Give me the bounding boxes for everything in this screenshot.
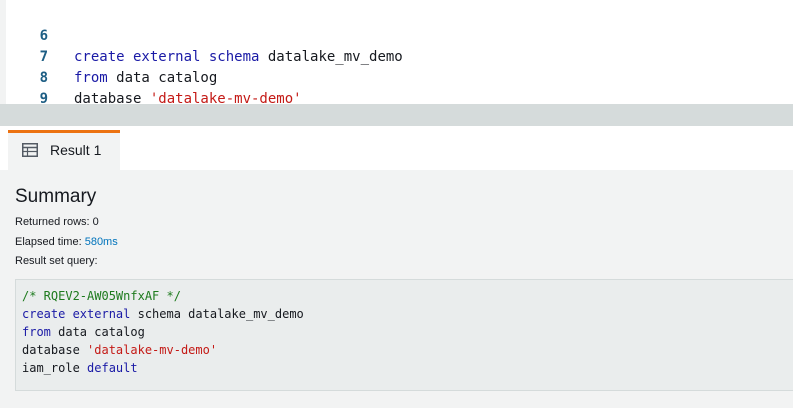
- query-line: from data catalog: [22, 325, 145, 339]
- returned-rows-value: 0: [92, 216, 99, 228]
- summary-title: Summary: [15, 186, 97, 207]
- result-tab-bar: Result 1: [0, 126, 793, 170]
- query-line: iam_role default: [22, 361, 138, 375]
- editor-line[interactable]: 7 from data catalog: [0, 26, 793, 86]
- returned-rows: Returned rows: 0: [15, 216, 99, 228]
- editor-line[interactable]: 8 database 'datalake-mv-demo': [0, 47, 793, 104]
- elapsed-time-value: 580ms: [84, 236, 118, 248]
- editor-line[interactable]: 6 create external schema datalake_mv_dem…: [0, 5, 793, 65]
- query-line: create external schema datalake_mv_demo: [22, 307, 304, 321]
- results-panel: Summary Returned rows: 0 Elapsed time: 5…: [0, 170, 793, 408]
- result-set-query-box[interactable]: /* RQEV2-AW05WnfxAF */ create external s…: [15, 279, 793, 391]
- elapsed-time: Elapsed time: 580ms: [15, 236, 118, 248]
- editor-line[interactable]: 10: [0, 89, 793, 104]
- editor-line[interactable]: 9 iam_role default;: [0, 68, 793, 104]
- query-comment: /* RQEV2-AW05WnfxAF */: [22, 289, 181, 303]
- result-set-query-label: Result set query:: [15, 255, 98, 267]
- table-icon: [22, 143, 38, 157]
- sql-editor[interactable]: 6 create external schema datalake_mv_dem…: [0, 0, 793, 104]
- tab-result-1[interactable]: Result 1: [8, 130, 120, 170]
- tab-label: Result 1: [50, 142, 102, 158]
- panel-resize-splitter[interactable]: [0, 104, 793, 126]
- query-line: database 'datalake-mv-demo': [22, 343, 218, 357]
